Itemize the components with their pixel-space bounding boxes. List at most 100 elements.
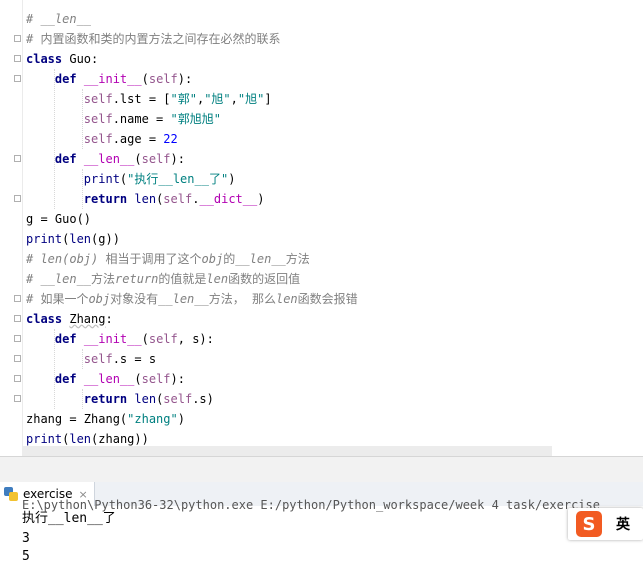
code-token: ): — [177, 72, 193, 86]
code-line[interactable]: self.s = s — [26, 349, 156, 369]
code-token: self — [148, 332, 178, 346]
code-token: zhang = Zhang( — [26, 412, 128, 426]
code-token: ) — [228, 172, 236, 186]
code-token: ( — [141, 332, 149, 346]
sogou-ime-icon[interactable]: S — [576, 511, 602, 537]
code-token: self — [83, 352, 113, 366]
code-token: self — [83, 92, 113, 106]
code-line[interactable]: g = Guo() — [26, 209, 91, 229]
code-token: def — [54, 332, 84, 346]
panel-divider[interactable] — [0, 456, 643, 483]
code-line[interactable]: print(len(g)) — [26, 229, 120, 249]
fold-icon[interactable] — [14, 35, 21, 42]
code-token: self — [163, 192, 193, 206]
code-token: ] — [264, 92, 272, 106]
code-token: 函数的返回值 — [228, 272, 301, 286]
code-token: obj — [88, 292, 111, 306]
code-line[interactable]: # __len__方法return的值就是len函数的返回值 — [26, 269, 300, 289]
code-token: Guo — [69, 52, 92, 66]
code-token: len — [69, 232, 92, 246]
fold-icon[interactable] — [14, 375, 21, 382]
ime-language-toggle[interactable]: 英 — [616, 514, 630, 534]
code-token: # __len__ — [26, 12, 92, 26]
code-token: print — [26, 232, 63, 246]
code-token: class — [26, 52, 70, 66]
fold-icon[interactable] — [14, 315, 21, 322]
code-token: 函数会报错 — [297, 292, 358, 306]
code-token: "zhang" — [127, 412, 178, 426]
code-token: __len__ — [83, 372, 135, 386]
code-token: __dict__ — [199, 192, 258, 206]
fold-icon[interactable] — [14, 75, 21, 82]
fold-icon[interactable] — [14, 295, 21, 302]
fold-icon[interactable] — [14, 395, 21, 402]
code-token: __init__ — [83, 72, 142, 86]
code-token: len — [275, 292, 298, 306]
code-line[interactable]: print("执行__len__了") — [26, 169, 236, 189]
run-console[interactable]: E:\python\Python36-32\python.exe E:/pyth… — [0, 498, 643, 577]
code-token: 方法， 那么 — [208, 292, 276, 306]
fold-icon[interactable] — [14, 335, 21, 342]
code-line[interactable]: # len(obj) 相当于调用了这个obj的__len__方法 — [26, 249, 310, 269]
code-token: ( — [134, 152, 142, 166]
code-line[interactable]: return len(self.__dict__) — [26, 189, 265, 209]
code-token: len — [134, 392, 157, 406]
code-line[interactable]: self.name = "郭旭旭" — [26, 109, 221, 129]
code-token: __len__ — [235, 252, 286, 266]
fold-icon[interactable] — [14, 55, 21, 62]
code-line[interactable]: # __len__ — [26, 9, 91, 29]
console-output-line: 5 — [22, 549, 30, 564]
console-output-line: 执行__len__了 — [22, 511, 116, 526]
code-line[interactable]: self.age = 22 — [26, 129, 178, 149]
code-token: self — [163, 392, 193, 406]
code-token: self — [141, 152, 171, 166]
code-line[interactable]: def __init__(self): — [26, 69, 192, 89]
fold-icon[interactable] — [14, 355, 21, 362]
code-token: __init__ — [83, 332, 142, 346]
code-line[interactable]: def __len__(self): — [26, 149, 185, 169]
code-line[interactable]: return len(self.s) — [26, 389, 214, 409]
code-line[interactable]: def __init__(self, s): — [26, 329, 214, 349]
code-token: 对象没有 — [110, 292, 159, 306]
code-token: ): — [170, 372, 185, 386]
code-line[interactable]: zhang = Zhang("zhang") — [26, 409, 185, 429]
ime-toolbar[interactable]: S 英 — [568, 508, 643, 540]
code-token: 的 — [223, 252, 236, 266]
code-token: print — [26, 432, 63, 446]
code-token: self — [148, 72, 178, 86]
code-editor[interactable]: # __len__ # 内置函数和类的内置方法之间存在必然的联系 class Guo… — [0, 0, 643, 456]
code-token: self — [141, 372, 171, 386]
fold-icon[interactable] — [14, 155, 21, 162]
code-token: 相当于调用了这个 — [105, 252, 202, 266]
code-token: , s): — [177, 332, 214, 346]
fold-icon[interactable] — [14, 195, 21, 202]
code-token: .name = — [112, 112, 171, 126]
code-token: obj — [201, 252, 224, 266]
code-token: .age = — [112, 132, 164, 146]
horizontal-scrollbar[interactable] — [22, 446, 552, 456]
code-token: 的值就是 — [158, 272, 207, 286]
code-token: ): — [170, 152, 185, 166]
editor-gutter[interactable] — [0, 0, 23, 456]
code-line[interactable]: # 如果一个obj对象没有__len__方法， 那么len函数会报错 — [26, 289, 358, 309]
code-token: def — [54, 372, 84, 386]
code-line[interactable]: self.lst = ["郭","旭","旭"] — [26, 89, 272, 109]
code-token: (g)) — [91, 232, 120, 246]
code-token: .lst = [ — [112, 92, 171, 106]
code-line[interactable]: # 内置函数和类的内置方法之间存在必然的联系 — [26, 29, 280, 49]
code-line[interactable]: def __len__(self): — [26, 369, 185, 389]
code-line[interactable]: class Zhang: — [26, 309, 113, 329]
code-token: __len__ — [83, 152, 135, 166]
code-token: len — [134, 192, 157, 206]
code-token: 22 — [163, 132, 178, 146]
code-line[interactable]: class Guo: — [26, 49, 98, 69]
code-token: , — [230, 92, 238, 106]
code-token: : — [105, 312, 113, 326]
